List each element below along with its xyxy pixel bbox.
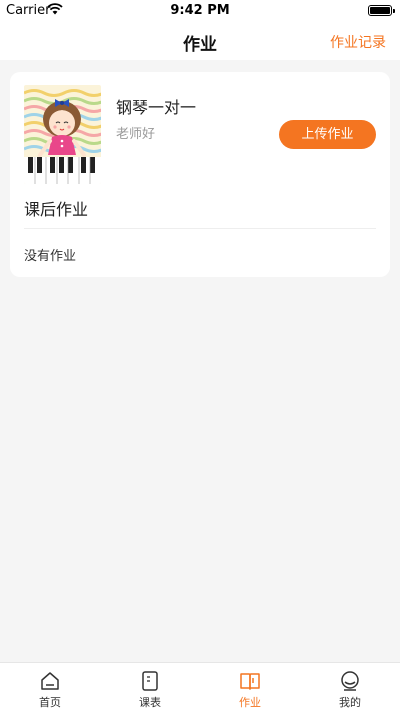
schedule-icon <box>142 671 158 691</box>
homework-book-icon <box>240 673 260 690</box>
tab-home-label: 首页 <box>39 696 61 709</box>
homework-history-link[interactable]: 作业记录 <box>330 32 386 52</box>
tab-profile-label: 我的 <box>339 696 361 709</box>
status-bar: Carrier 9:42 PM <box>0 0 400 22</box>
course-thumbnail <box>24 85 101 184</box>
homework-section-title: 课后作业 <box>24 200 89 219</box>
tab-schedule[interactable]: 课表 <box>100 663 200 710</box>
piano-girl-illustration <box>24 85 101 184</box>
nav-bar: 作业 作业记录 <box>0 22 400 60</box>
course-name: 钢琴一对一 <box>116 98 197 117</box>
course-card: 钢琴一对一 老师好 上传作业 课后作业 没有作业 <box>10 72 390 277</box>
tab-profile[interactable]: 我的 <box>300 663 400 710</box>
tab-homework-label: 作业 <box>239 696 261 709</box>
tab-home[interactable]: 首页 <box>0 663 100 710</box>
profile-icon <box>341 671 359 691</box>
tab-schedule-label: 课表 <box>139 696 161 709</box>
upload-homework-button[interactable]: 上传作业 <box>279 120 376 149</box>
clock: 9:42 PM <box>170 3 230 18</box>
divider <box>24 228 376 229</box>
tab-homework[interactable]: 作业 <box>200 663 300 710</box>
empty-homework-text: 没有作业 <box>24 249 77 264</box>
home-icon <box>41 672 59 690</box>
tab-bar: 首页 课表 作业 我的 <box>0 662 400 710</box>
teacher-label: 老师好 <box>116 127 156 142</box>
battery-icon <box>368 5 395 16</box>
